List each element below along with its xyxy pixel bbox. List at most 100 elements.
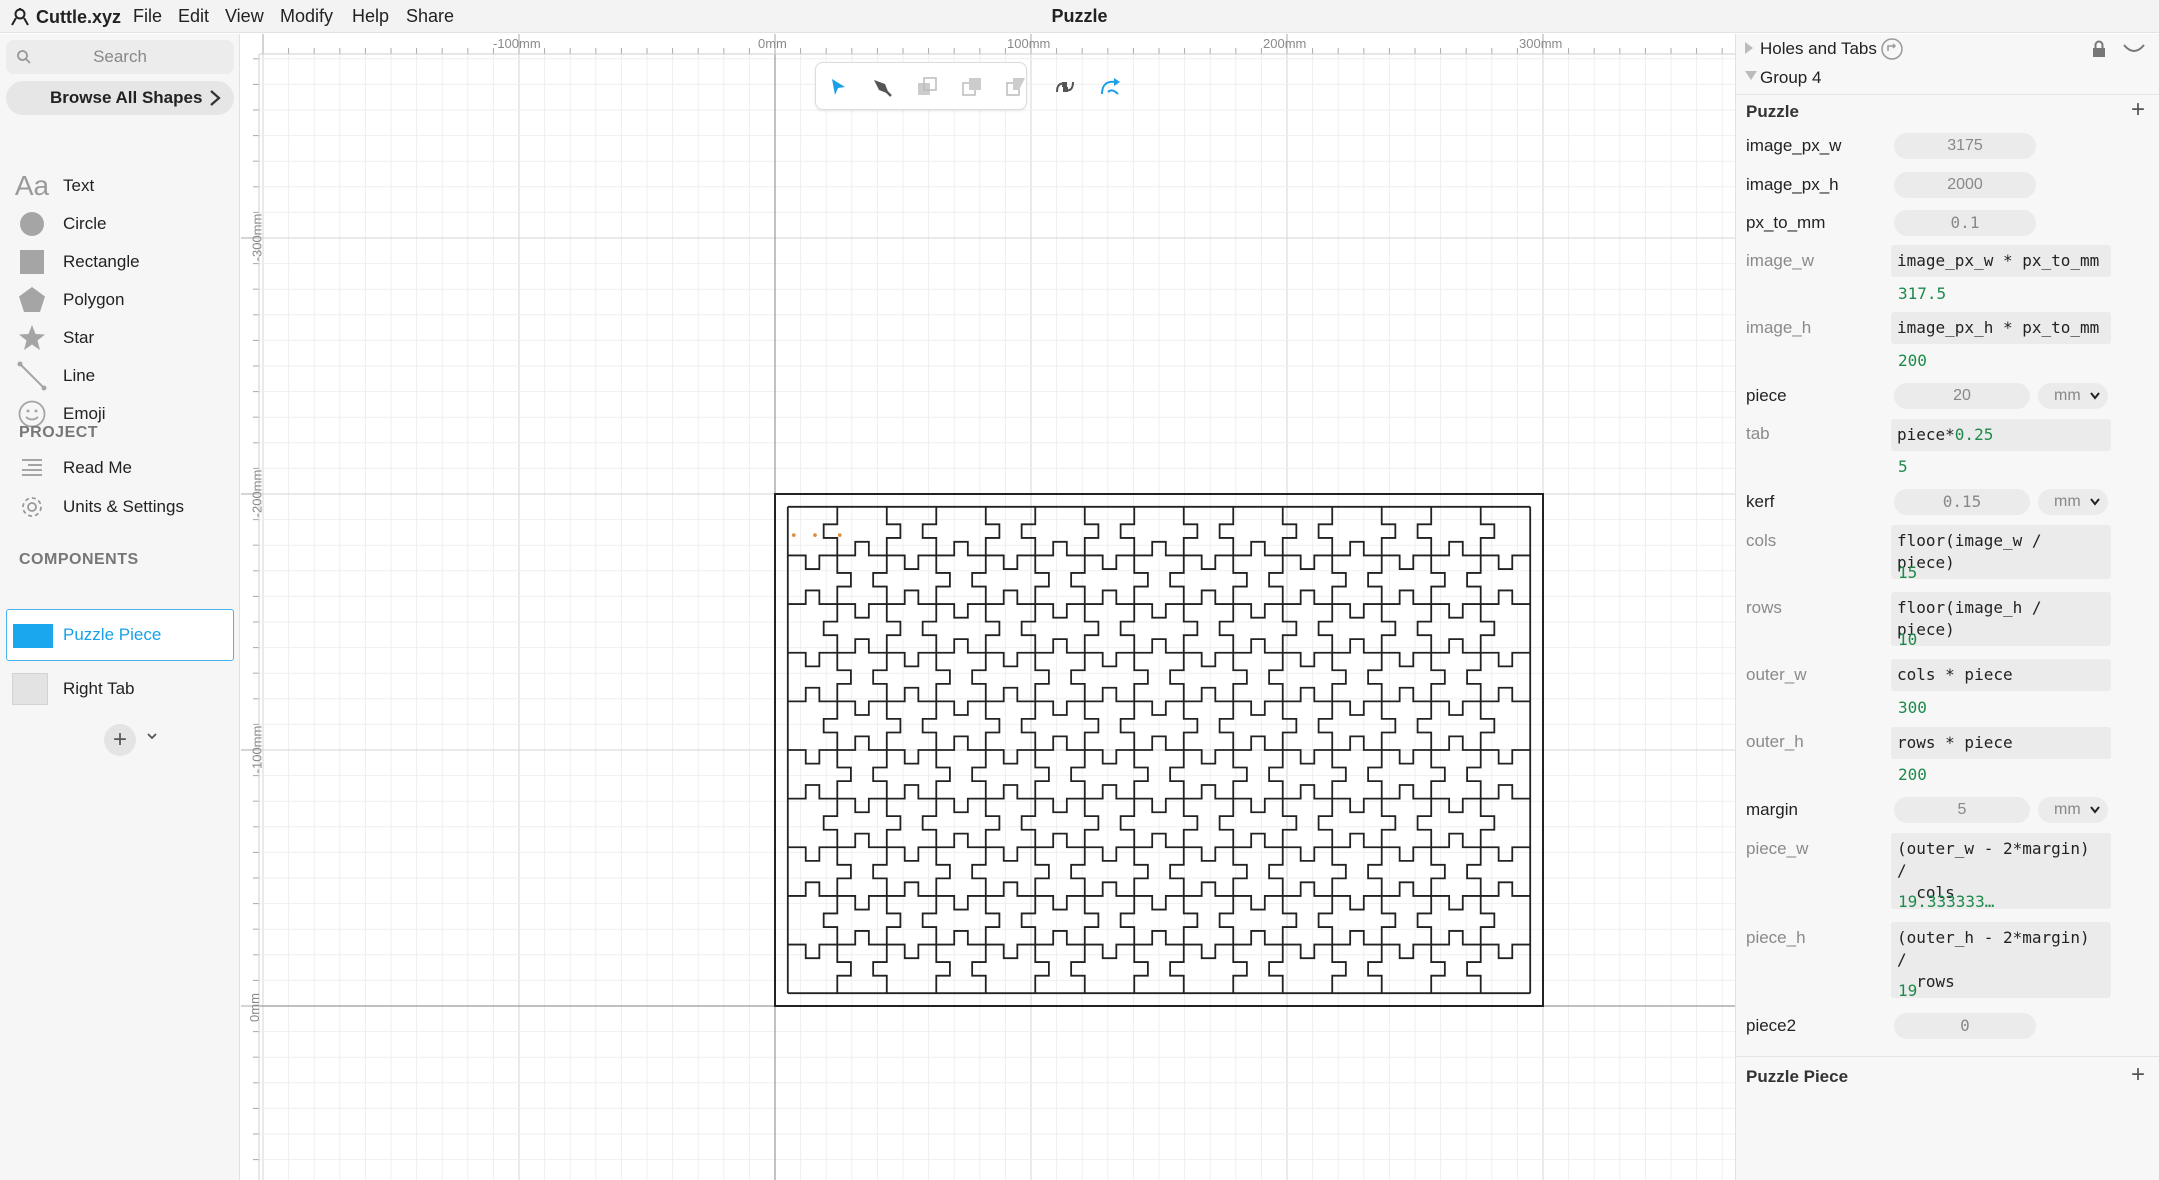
cuttle-logo-icon — [11, 8, 29, 26]
component-thumbnail — [12, 673, 48, 705]
param-value-field[interactable]: 5 — [1894, 797, 2030, 823]
param-result: 200 — [1898, 765, 1927, 784]
chevron-down-icon — [2090, 498, 2100, 506]
component-right-tab[interactable]: Right Tab — [6, 671, 234, 707]
expr-number: 0.25 — [1954, 425, 1994, 444]
design-canvas[interactable]: -100mm 0mm 100mm 200mm 300mm -300mm -200… — [241, 34, 1735, 1180]
boolean-union-button[interactable] — [913, 73, 941, 101]
shape-item-text[interactable]: Aa Text — [0, 168, 240, 204]
param-expression-field[interactable]: (outer_h - 2*margin) / rows — [1891, 922, 2111, 998]
param-name: image_px_w — [1746, 136, 1842, 155]
boolean-intersect-button[interactable] — [1002, 73, 1030, 101]
pointer-tool-button[interactable] — [824, 73, 852, 101]
triangle-right-icon — [1745, 42, 1753, 54]
plus-icon: + — [112, 726, 127, 753]
param-name: image_px_h — [1746, 175, 1839, 194]
param-value-field[interactable]: 2000 — [1894, 172, 2036, 198]
param-value-field[interactable]: 0.1 — [1894, 210, 2036, 236]
ruler-top — [241, 34, 1735, 54]
shape-item-polygon[interactable]: Polygon — [0, 282, 240, 318]
tree-item-holes-and-tabs[interactable]: Holes and Tabs — [1736, 35, 2159, 63]
param-expression-field[interactable]: piece*0.25 — [1891, 419, 2111, 451]
unit-value: mm — [2054, 493, 2081, 510]
menu-help[interactable]: Help — [352, 6, 389, 27]
param-name: piece2 — [1746, 1016, 1797, 1035]
divider — [1736, 94, 2159, 95]
project-item-read-me[interactable]: Read Me — [0, 450, 240, 486]
param-result: 19.333333… — [1898, 892, 1995, 911]
shape-item-label: Text — [63, 176, 95, 195]
menu-modify[interactable]: Modify — [280, 6, 333, 27]
search-placeholder: Search — [93, 47, 147, 66]
param-expression-field[interactable]: cols * piece — [1891, 659, 2111, 691]
tree-item-label: Group 4 — [1760, 68, 1822, 87]
shape-item-circle[interactable]: Circle — [0, 206, 240, 242]
unit-select[interactable]: mm — [2038, 489, 2108, 515]
param-name: tab — [1746, 424, 1770, 443]
param-result: 317.5 — [1898, 284, 1947, 303]
pointer-tool-icon — [832, 79, 845, 95]
ruler-y-label: -100mm — [249, 725, 265, 774]
boolean-subtract-icon — [962, 78, 981, 96]
shape-item-line[interactable]: Line — [0, 358, 240, 394]
param-name: px_to_mm — [1746, 213, 1826, 232]
component-puzzle-piece[interactable]: Puzzle Piece — [6, 609, 234, 661]
chevron-right-icon — [210, 90, 221, 106]
rotate-tool-button[interactable] — [1096, 73, 1124, 101]
polygon-icon — [14, 282, 50, 318]
add-parameter-button[interactable]: + — [2131, 98, 2145, 122]
param-result: 19 — [1898, 981, 1918, 1000]
shape-item-label: Circle — [63, 214, 107, 233]
unit-select[interactable]: mm — [2038, 383, 2108, 409]
shape-item-label: Rectangle — [63, 252, 140, 271]
param-value-field[interactable]: 3175 — [1894, 133, 2036, 159]
pen-tool-button[interactable] — [868, 73, 896, 101]
chevron-down-icon — [2090, 806, 2100, 814]
param-value-field[interactable]: 20 — [1894, 383, 2030, 409]
tree-item-label: Holes and Tabs — [1760, 39, 1877, 58]
param-expression-field[interactable]: floor(image_h / piece) — [1891, 592, 2111, 646]
tree-item-group-4[interactable]: Group 4 — [1736, 64, 2159, 92]
add-component-button[interactable]: + — [104, 724, 136, 756]
visibility-icon[interactable] — [2122, 41, 2146, 57]
param-value-field[interactable]: 0.15 — [1894, 489, 2030, 515]
ruler-x-label: 200mm — [1263, 36, 1307, 51]
param-name: rows — [1746, 598, 1782, 617]
component-label: Puzzle Piece — [63, 625, 162, 644]
param-result: 200 — [1898, 351, 1927, 370]
menu-view[interactable]: View — [225, 6, 264, 27]
param-expression-field[interactable]: image_px_w * px_to_mm — [1891, 245, 2111, 277]
menu-edit[interactable]: Edit — [178, 6, 209, 27]
chevron-down-icon[interactable] — [145, 729, 159, 743]
join-paths-icon — [1056, 81, 1074, 93]
canvas-toolbar — [815, 62, 1120, 110]
shape-item-star[interactable]: Star — [0, 320, 240, 356]
join-paths-button[interactable] — [1051, 73, 1079, 101]
unit-select[interactable]: mm — [2038, 797, 2108, 823]
rectangle-icon — [14, 244, 50, 280]
lock-icon[interactable] — [2090, 39, 2108, 59]
chevron-down-icon — [2090, 392, 2100, 400]
param-name: piece_h — [1746, 928, 1806, 947]
menu-share[interactable]: Share — [406, 6, 454, 27]
canvas-grid — [241, 34, 1735, 1180]
boolean-subtract-button[interactable] — [958, 73, 986, 101]
param-expression-field[interactable]: image_px_h * px_to_mm — [1891, 312, 2111, 344]
param-value-field[interactable]: 0 — [1894, 1013, 2036, 1039]
param-result: 15 — [1898, 563, 1918, 582]
param-result: 5 — [1898, 457, 1908, 476]
browse-all-shapes-button[interactable]: Browse All Shapes — [6, 81, 234, 115]
add-parameter-button[interactable]: + — [2131, 1063, 2145, 1087]
shape-item-rectangle[interactable]: Rectangle — [0, 244, 240, 280]
project-item-units-settings[interactable]: Units & Settings — [0, 489, 240, 525]
param-expression-field[interactable]: rows * piece — [1891, 727, 2111, 759]
app-logo[interactable]: Cuttle.xyz — [10, 4, 121, 30]
text-aa-icon: Aa — [14, 170, 50, 201]
param-expression-field[interactable]: floor(image_w / piece) — [1891, 525, 2111, 579]
search-input[interactable]: Search — [6, 40, 234, 74]
menu-file[interactable]: File — [133, 6, 162, 27]
components-heading: COMPONENTS — [19, 551, 139, 568]
selection-marker — [837, 533, 842, 537]
left-sidebar: Search Browse All Shapes Aa Text Circle … — [0, 34, 240, 1180]
ruler-x-label: 300mm — [1519, 36, 1563, 51]
